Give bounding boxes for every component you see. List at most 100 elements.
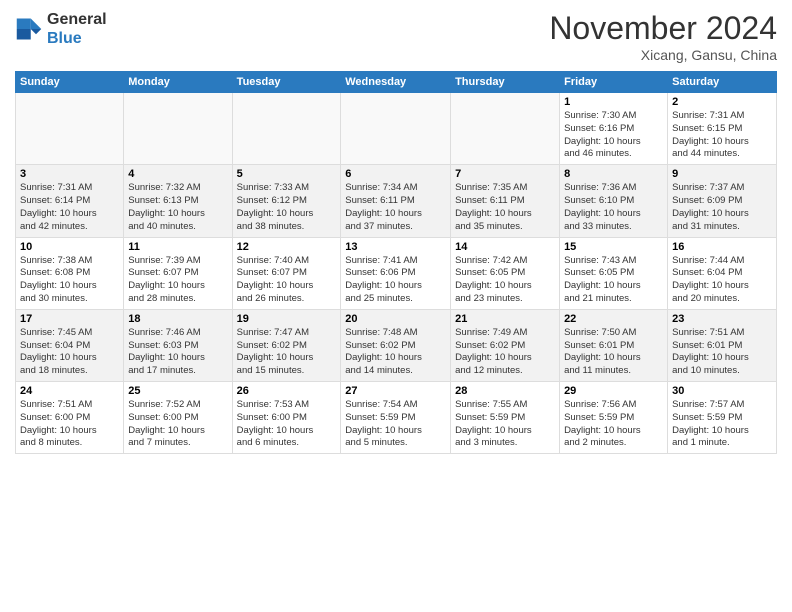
col-tuesday: Tuesday [232, 72, 341, 93]
calendar-day-cell: 17Sunrise: 7:45 AM Sunset: 6:04 PM Dayli… [16, 309, 124, 381]
calendar-day-cell: 10Sunrise: 7:38 AM Sunset: 6:08 PM Dayli… [16, 237, 124, 309]
day-number: 16 [672, 241, 772, 253]
calendar-day-cell: 27Sunrise: 7:54 AM Sunset: 5:59 PM Dayli… [341, 382, 451, 454]
calendar-day-cell [341, 93, 451, 165]
calendar-day-cell: 21 Sunrise: 7:49 AM Sunset: 6:02 PM Dayli… [451, 309, 560, 381]
calendar-day-cell: 28 Sunrise: 7:55 AM Sunset: 5:59 PM Dayli… [451, 382, 560, 454]
day-number: 12 [237, 241, 337, 253]
logo: General Blue [15, 10, 107, 48]
calendar-day-cell: 16 Sunrise: 7:44 AM Sunset: 6:04 PM Dayli… [668, 237, 777, 309]
day-info: Sunrise: 7:42 AM Sunset: 6:05 PM Dayligh… [455, 255, 555, 306]
col-friday: Friday [560, 72, 668, 93]
day-number: 4 [128, 168, 227, 180]
calendar-day-cell: 20 Sunrise: 7:48 AM Sunset: 6:02 PM Dayli… [341, 309, 451, 381]
day-info: Sunrise: 7:51 AM Sunset: 6:00 PM Dayligh… [20, 399, 119, 450]
day-number: 29 [564, 385, 663, 397]
calendar-day-cell: 9Sunrise: 7:37 AM Sunset: 6:09 PM Daylig… [668, 165, 777, 237]
day-number: 24 [20, 385, 119, 397]
title-block: November 2024 Xicang, Gansu, China [549, 10, 777, 63]
day-info: Sunrise: 7:46 AM Sunset: 6:03 PM Dayligh… [128, 327, 227, 378]
calendar-day-cell: 30 Sunrise: 7:57 AM Sunset: 5:59 PM Dayli… [668, 382, 777, 454]
logo-text: General Blue [47, 10, 107, 48]
day-info: Sunrise: 7:36 AM Sunset: 6:10 PM Dayligh… [564, 182, 663, 233]
day-info: Sunrise: 7:51 AM Sunset: 6:01 PM Dayligh… [672, 327, 772, 378]
calendar-day-cell: 12 Sunrise: 7:40 AM Sunset: 6:07 PM Dayli… [232, 237, 341, 309]
day-info: Sunrise: 7:56 AM Sunset: 5:59 PM Dayligh… [564, 399, 663, 450]
day-number: 20 [345, 313, 446, 325]
day-number: 1 [564, 96, 663, 108]
calendar-day-cell: 13 Sunrise: 7:41 AM Sunset: 6:06 PM Dayli… [341, 237, 451, 309]
day-info: Sunrise: 7:45 AM Sunset: 6:04 PM Dayligh… [20, 327, 119, 378]
calendar-container: General Blue November 2024 Xicang, Gansu… [0, 0, 792, 459]
calendar-day-cell: 3 Sunrise: 7:31 AM Sunset: 6:14 PM Daylig… [16, 165, 124, 237]
calendar-week-row: 17Sunrise: 7:45 AM Sunset: 6:04 PM Dayli… [16, 309, 777, 381]
calendar-table: Sunday Monday Tuesday Wednesday Thursday… [15, 71, 777, 454]
calendar-day-cell: 24 Sunrise: 7:51 AM Sunset: 6:00 PM Dayli… [16, 382, 124, 454]
calendar-day-cell: 18 Sunrise: 7:46 AM Sunset: 6:03 PM Dayli… [124, 309, 232, 381]
calendar-day-cell: 8 Sunrise: 7:36 AM Sunset: 6:10 PM Daylig… [560, 165, 668, 237]
calendar-day-cell: 14 Sunrise: 7:42 AM Sunset: 6:05 PM Dayli… [451, 237, 560, 309]
calendar-week-row: 10Sunrise: 7:38 AM Sunset: 6:08 PM Dayli… [16, 237, 777, 309]
day-info: Sunrise: 7:32 AM Sunset: 6:13 PM Dayligh… [128, 182, 227, 233]
day-number: 30 [672, 385, 772, 397]
day-info: Sunrise: 7:53 AM Sunset: 6:00 PM Dayligh… [237, 399, 337, 450]
day-info: Sunrise: 7:33 AM Sunset: 6:12 PM Dayligh… [237, 182, 337, 233]
day-number: 25 [128, 385, 227, 397]
logo-icon [15, 15, 43, 43]
day-info: Sunrise: 7:43 AM Sunset: 6:05 PM Dayligh… [564, 255, 663, 306]
day-info: Sunrise: 7:31 AM Sunset: 6:15 PM Dayligh… [672, 110, 772, 161]
day-info: Sunrise: 7:57 AM Sunset: 5:59 PM Dayligh… [672, 399, 772, 450]
day-number: 13 [345, 241, 446, 253]
col-saturday: Saturday [668, 72, 777, 93]
col-wednesday: Wednesday [341, 72, 451, 93]
day-number: 8 [564, 168, 663, 180]
day-number: 5 [237, 168, 337, 180]
calendar-day-cell: 26 Sunrise: 7:53 AM Sunset: 6:00 PM Dayli… [232, 382, 341, 454]
calendar-day-cell: 7Sunrise: 7:35 AM Sunset: 6:11 PM Daylig… [451, 165, 560, 237]
day-info: Sunrise: 7:49 AM Sunset: 6:02 PM Dayligh… [455, 327, 555, 378]
col-sunday: Sunday [16, 72, 124, 93]
logo-blue: Blue [47, 30, 82, 47]
day-number: 18 [128, 313, 227, 325]
day-number: 21 [455, 313, 555, 325]
day-number: 28 [455, 385, 555, 397]
calendar-day-cell [16, 93, 124, 165]
calendar-header: General Blue November 2024 Xicang, Gansu… [15, 10, 777, 63]
day-info: Sunrise: 7:55 AM Sunset: 5:59 PM Dayligh… [455, 399, 555, 450]
day-info: Sunrise: 7:52 AM Sunset: 6:00 PM Dayligh… [128, 399, 227, 450]
day-number: 26 [237, 385, 337, 397]
calendar-day-cell [451, 93, 560, 165]
day-info: Sunrise: 7:47 AM Sunset: 6:02 PM Dayligh… [237, 327, 337, 378]
day-number: 23 [672, 313, 772, 325]
location: Xicang, Gansu, China [549, 47, 777, 63]
calendar-day-cell: 6Sunrise: 7:34 AM Sunset: 6:11 PM Daylig… [341, 165, 451, 237]
day-info: Sunrise: 7:39 AM Sunset: 6:07 PM Dayligh… [128, 255, 227, 306]
day-info: Sunrise: 7:38 AM Sunset: 6:08 PM Dayligh… [20, 255, 119, 306]
calendar-day-cell [124, 93, 232, 165]
day-number: 7 [455, 168, 555, 180]
day-number: 22 [564, 313, 663, 325]
calendar-week-row: 1 Sunrise: 7:30 AM Sunset: 6:16 PM Daylig… [16, 93, 777, 165]
day-info: Sunrise: 7:31 AM Sunset: 6:14 PM Dayligh… [20, 182, 119, 233]
day-info: Sunrise: 7:30 AM Sunset: 6:16 PM Dayligh… [564, 110, 663, 161]
day-number: 14 [455, 241, 555, 253]
col-monday: Monday [124, 72, 232, 93]
day-info: Sunrise: 7:37 AM Sunset: 6:09 PM Dayligh… [672, 182, 772, 233]
calendar-day-cell: 29 Sunrise: 7:56 AM Sunset: 5:59 PM Dayli… [560, 382, 668, 454]
day-number: 15 [564, 241, 663, 253]
calendar-day-cell: 2Sunrise: 7:31 AM Sunset: 6:15 PM Daylig… [668, 93, 777, 165]
calendar-day-cell: 25 Sunrise: 7:52 AM Sunset: 6:00 PM Dayli… [124, 382, 232, 454]
calendar-week-row: 24 Sunrise: 7:51 AM Sunset: 6:00 PM Dayli… [16, 382, 777, 454]
day-info: Sunrise: 7:48 AM Sunset: 6:02 PM Dayligh… [345, 327, 446, 378]
day-info: Sunrise: 7:54 AM Sunset: 5:59 PM Dayligh… [345, 399, 446, 450]
month-title: November 2024 [549, 10, 777, 47]
day-number: 3 [20, 168, 119, 180]
day-info: Sunrise: 7:41 AM Sunset: 6:06 PM Dayligh… [345, 255, 446, 306]
calendar-day-cell [232, 93, 341, 165]
calendar-day-cell: 4 Sunrise: 7:32 AM Sunset: 6:13 PM Daylig… [124, 165, 232, 237]
calendar-day-cell: 15 Sunrise: 7:43 AM Sunset: 6:05 PM Dayli… [560, 237, 668, 309]
day-info: Sunrise: 7:44 AM Sunset: 6:04 PM Dayligh… [672, 255, 772, 306]
day-number: 19 [237, 313, 337, 325]
logo-general: General [47, 11, 107, 28]
day-info: Sunrise: 7:40 AM Sunset: 6:07 PM Dayligh… [237, 255, 337, 306]
